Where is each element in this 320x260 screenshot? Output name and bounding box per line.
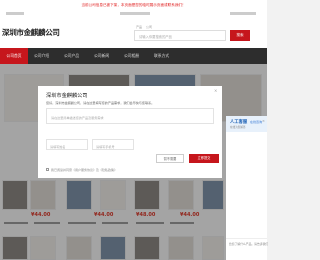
- search-tab-company[interactable]: 公司: [146, 25, 152, 29]
- top-link-placeholder: [120, 12, 150, 15]
- close-icon[interactable]: ×: [214, 88, 217, 93]
- top-link-placeholder: [230, 12, 256, 15]
- nav-item-about[interactable]: 公司介绍: [34, 48, 49, 64]
- cancel-button[interactable]: 暂不需要: [156, 154, 184, 163]
- agreement-text: 我已阅读并同意《用户服务协议》及《隐私政策》: [51, 167, 118, 172]
- name-placeholder: 请填写姓名: [50, 144, 66, 149]
- submit-button[interactable]: 立即提交: [189, 154, 219, 163]
- agreement-checkbox[interactable]: [46, 168, 49, 171]
- brand-header: 深圳市金麒麟公司 产品 公司 请输入你要搜索的产品 搜索: [0, 22, 267, 48]
- company-name: 深圳市金麒麟公司: [2, 28, 60, 37]
- search-input[interactable]: 请输入你要搜索的产品: [134, 30, 226, 41]
- nav-item-album[interactable]: 公司相册: [124, 48, 139, 64]
- top-notice-bar: 当前公司信息已被下架，本页面是您的临时展示页面或联系我们！: [0, 0, 267, 22]
- chat-status[interactable]: 在线咨询: [250, 120, 262, 124]
- delisted-notice: 当前公司信息已被下架，本页面是您的临时展示页面或联系我们！: [81, 3, 186, 7]
- chat-header: 人工客服 在线咨询 在线为您解答: [226, 116, 267, 132]
- chat-input-hint[interactable]: 给您了解什么产品，请告诉我们: [229, 242, 268, 246]
- requirement-textarea[interactable]: 请在这里简单描述您的产品及服务需求: [46, 108, 214, 124]
- requirement-placeholder: 请在这里简单描述您的产品及服务需求: [51, 116, 104, 120]
- main-nav: 公司首页 公司介绍 公司产品 公司新闻 公司相册 联系方式: [0, 48, 267, 64]
- name-field[interactable]: 请填写姓名: [46, 139, 88, 150]
- chat-subtitle: 在线为您解答: [230, 126, 246, 129]
- inquiry-modal: × 深圳市金麒麟公司 您好，深圳市金麒麟公司，请在这里填写您的产品需求，我们会尽…: [38, 86, 222, 178]
- search-placeholder: 请输入你要搜索的产品: [139, 35, 172, 39]
- search-tab-product[interactable]: 产品: [136, 25, 142, 29]
- chat-divider: [226, 238, 267, 239]
- top-link-placeholder: [6, 12, 24, 15]
- phone-field[interactable]: 请填写手机号: [92, 139, 134, 150]
- nav-item-products[interactable]: 公司产品: [64, 48, 79, 64]
- close-icon[interactable]: ×: [262, 119, 265, 123]
- nav-item-home[interactable]: 公司首页: [0, 48, 28, 64]
- nav-item-contact[interactable]: 联系方式: [154, 48, 169, 64]
- search-button[interactable]: 搜索: [230, 30, 250, 41]
- chat-panel: 人工客服 在线咨询 在线为您解答 × 给您了解什么产品，请告诉我们: [226, 116, 268, 260]
- modal-title: 深圳市金麒麟公司: [46, 93, 88, 99]
- modal-description: 您好，深圳市金麒麟公司，请在这里填写您的产品需求，我们会尽快与您联系。: [46, 101, 155, 105]
- nav-item-news[interactable]: 公司新闻: [94, 48, 109, 64]
- phone-placeholder: 请填写手机号: [96, 144, 115, 149]
